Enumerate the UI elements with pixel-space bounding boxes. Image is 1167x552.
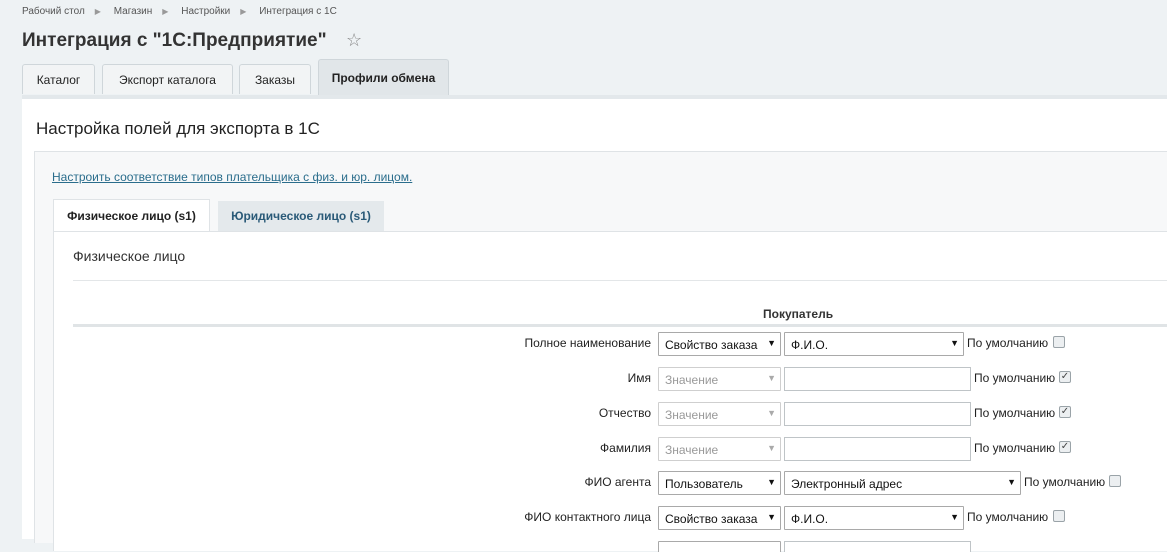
source-select[interactable] [658,541,781,552]
default-label: По умолчанию [974,371,1056,385]
dropdown-arrow-icon: ▼ [767,512,776,522]
default-checkbox[interactable]: ✓ [1059,371,1071,383]
column-header-buyer: Покупатель [763,307,834,321]
panel-title: Настройка полей для экспорта в 1С [36,119,320,138]
value-input[interactable] [784,541,971,552]
tab-catalog-export[interactable]: Экспорт каталога [102,64,233,94]
source-value: Свойство заказа [665,512,758,526]
default-checkbox[interactable] [1053,510,1065,522]
default-label: По умолчанию [967,336,1049,350]
field-row: ФИО агента Пользователь ▼ Электронный адр… [54,471,1167,495]
value-input[interactable] [784,402,971,426]
field-label: Отчество [598,406,651,420]
payer-type-mapping-link[interactable]: Настроить соответствие типов плательщика… [52,170,412,184]
chevron-right-icon: ▶ [94,7,101,16]
breadcrumb-item-shop[interactable]: Магазин [114,6,153,17]
field-label: Полное наименование [524,336,652,350]
source-select[interactable]: Значение ▼ [658,402,781,426]
tab-individual[interactable]: Физическое лицо (s1) [53,199,210,231]
chevron-right-icon: ▶ [162,7,169,16]
default-checkbox[interactable] [1053,336,1065,348]
default-label: По умолчанию [974,441,1056,455]
breadcrumb-item-settings[interactable]: Настройки [181,6,230,17]
value-input[interactable] [784,437,971,461]
divider [73,280,1167,281]
value-input[interactable] [784,367,971,391]
source-value: Значение [665,408,719,422]
source-value: Значение [665,373,719,387]
value-text: Ф.И.О. [791,512,829,526]
inner-container: Настроить соответствие типов плательщика… [34,151,1167,552]
source-select[interactable]: Свойство заказа ▼ [658,506,781,530]
default-checkbox[interactable] [1109,475,1121,487]
divider [73,324,1167,327]
value-text: Ф.И.О. [791,338,829,352]
dropdown-arrow-icon: ▼ [950,512,959,522]
field-row: Полное наименование Свойство заказа ▼ Ф.И… [54,332,1167,356]
field-row-partial [54,541,1167,552]
dropdown-arrow-icon: ▼ [767,443,776,453]
default-label: По умолчанию [974,406,1056,420]
source-value: Свойство заказа [665,338,758,352]
dropdown-arrow-icon: ▼ [767,373,776,383]
field-label: Фамилия [600,441,651,455]
dropdown-arrow-icon: ▼ [767,338,776,348]
field-row: Имя Значение ▼ По умолчанию ✓ [54,367,1167,391]
source-select[interactable]: Значение ▼ [658,367,781,391]
value-select[interactable]: Ф.И.О. ▼ [784,506,964,530]
chevron-right-icon: ▶ [240,7,247,16]
tab-catalog[interactable]: Каталог [22,64,95,94]
dropdown-arrow-icon: ▼ [767,408,776,418]
tab-exchange-profiles[interactable]: Профили обмена [318,59,449,95]
tab-orders[interactable]: Заказы [239,64,311,94]
default-label: По умолчанию [1024,475,1106,489]
source-select[interactable]: Значение ▼ [658,437,781,461]
breadcrumb-item-desktop[interactable]: Рабочий стол [22,6,85,17]
dropdown-arrow-icon: ▼ [950,338,959,348]
breadcrumb: Рабочий стол ▶ Магазин ▶ Настройки ▶ Интегр… [22,6,337,17]
field-label: ФИО агента [584,475,651,489]
value-select[interactable]: Ф.И.О. ▼ [784,332,964,356]
page-title: Интеграция с "1С:Предприятие" [22,30,327,51]
dropdown-arrow-icon: ▼ [1007,477,1016,487]
field-label: ФИО контактного лица [524,510,651,524]
value-text: Электронный адрес [791,477,903,491]
source-value: Пользователь [665,477,743,491]
settings-panel: Настройка полей для экспорта в 1С Настро… [22,95,1167,552]
field-row: Отчество Значение ▼ По умолчанию ✓ [54,402,1167,426]
field-row: ФИО контактного лица Свойство заказа ▼ Ф.… [54,506,1167,530]
breadcrumb-item-integration[interactable]: Интеграция с 1С [259,6,337,17]
source-select[interactable]: Пользователь ▼ [658,471,781,495]
field-row: Фамилия Значение ▼ По умолчанию ✓ [54,437,1167,461]
tab-legal-entity[interactable]: Юридическое лицо (s1) [218,201,384,231]
source-select[interactable]: Свойство заказа ▼ [658,332,781,356]
tab-body: Физическое лицо Покупатель Полное наимен… [53,231,1167,552]
default-checkbox[interactable]: ✓ [1059,441,1071,453]
default-label: По умолчанию [967,510,1049,524]
section-title: Физическое лицо [73,248,186,264]
star-icon[interactable]: ☆ [346,30,362,51]
dropdown-arrow-icon: ▼ [767,477,776,487]
value-select[interactable]: Электронный адрес ▼ [784,471,1021,495]
default-checkbox[interactable]: ✓ [1059,406,1071,418]
field-label: Имя [627,371,651,385]
source-value: Значение [665,443,719,457]
